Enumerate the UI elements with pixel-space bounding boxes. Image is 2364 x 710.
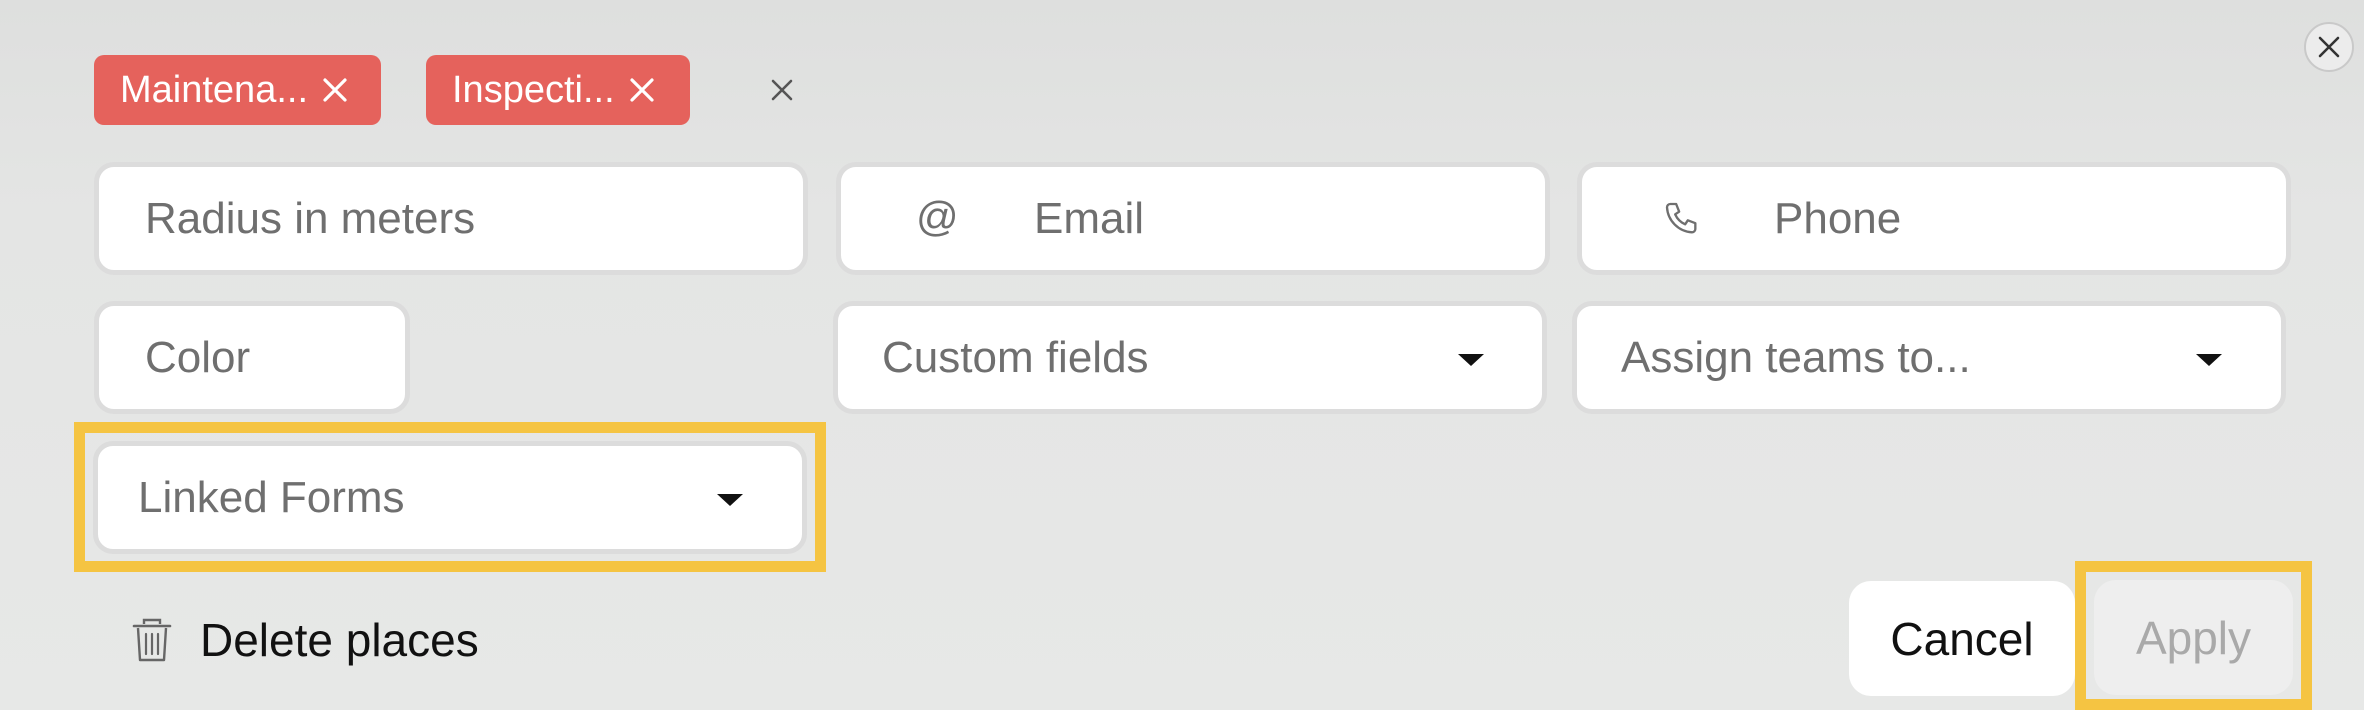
delete-places-button[interactable]: Delete places xyxy=(130,610,479,670)
caret-down-icon xyxy=(717,494,743,506)
close-dialog-button[interactable] xyxy=(2304,22,2354,72)
assign-teams-dropdown[interactable]: Assign teams to... xyxy=(1572,301,2286,414)
x-icon xyxy=(630,78,654,102)
email-field[interactable]: @ Email xyxy=(836,162,1550,275)
custom-fields-dropdown[interactable]: Custom fields xyxy=(833,301,1547,414)
phone-icon xyxy=(1662,199,1702,250)
linked-forms-label: Linked Forms xyxy=(138,472,405,522)
clear-tags-button[interactable] xyxy=(765,70,799,110)
linked-forms-dropdown[interactable]: Linked Forms xyxy=(93,441,807,554)
cancel-button[interactable]: Cancel xyxy=(1849,581,2075,696)
close-icon xyxy=(2318,36,2340,58)
email-placeholder: Email xyxy=(1034,194,1145,243)
x-icon xyxy=(771,79,793,101)
trash-icon xyxy=(132,618,172,662)
cancel-label: Cancel xyxy=(1890,612,2034,665)
custom-fields-label: Custom fields xyxy=(882,332,1149,382)
color-placeholder: Color xyxy=(145,332,251,382)
phone-field[interactable]: Phone xyxy=(1577,162,2291,275)
radius-input[interactable]: Radius in meters xyxy=(94,162,808,275)
radius-placeholder: Radius in meters xyxy=(145,193,476,243)
apply-button[interactable]: Apply xyxy=(2094,580,2293,695)
assign-teams-label: Assign teams to... xyxy=(1621,332,1971,382)
caret-down-icon xyxy=(2196,354,2222,366)
tag-remove-button[interactable] xyxy=(322,77,348,103)
color-picker[interactable]: Color xyxy=(94,301,410,414)
at-icon: @ xyxy=(916,193,959,240)
caret-down-icon xyxy=(1458,354,1484,366)
tag-label: Maintena... xyxy=(120,68,308,111)
phone-placeholder: Phone xyxy=(1774,194,1902,243)
tag-label: Inspecti... xyxy=(452,68,615,111)
delete-places-label: Delete places xyxy=(200,614,479,666)
x-icon xyxy=(323,78,347,102)
tag-inspection[interactable]: Inspecti... xyxy=(426,55,690,125)
tag-maintenance[interactable]: Maintena... xyxy=(94,55,381,125)
apply-label: Apply xyxy=(2135,611,2252,664)
tag-remove-button[interactable] xyxy=(629,77,655,103)
